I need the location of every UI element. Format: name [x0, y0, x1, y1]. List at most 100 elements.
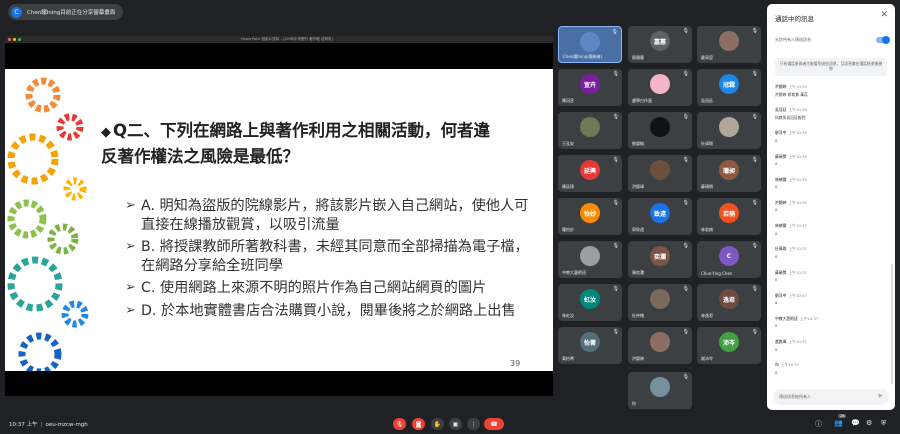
message-text: 0: [775, 207, 778, 213]
clock: 10:37 上午: [9, 422, 38, 428]
mic-muted-icon: 🎙: [612, 157, 619, 163]
sender-name: 洪錦婷: [775, 199, 787, 205]
participant-tile[interactable]: 怡菁 🎙 黃怡菁: [558, 327, 622, 364]
activities-icon[interactable]: ⚙: [866, 419, 872, 427]
participant-tile[interactable]: C 🎙 Chun-Ying Chen: [697, 241, 761, 278]
participant-avatar: 怡菁: [580, 332, 600, 352]
participant-name: 蘇碩閔: [701, 184, 713, 189]
participant-tile[interactable]: 嘉蕙 🎙 廖國曹: [628, 26, 692, 63]
allow-messages-toggle[interactable]: [876, 36, 890, 44]
message-time: 上午10:35: [788, 130, 807, 136]
arrow-bullet-icon: ➢: [125, 239, 136, 254]
slide-question: ◆ Q二、下列在網路上與著作利用之相關活動，何者違 反著作權法之風險是最低？: [101, 119, 541, 169]
allow-messages-label: 允許所有人傳送訊息: [775, 37, 811, 42]
participant-tile[interactable]: 致遠 🎙 郭致遠: [628, 198, 692, 235]
chat-sender: 蘇碩閔 上午10:35: [775, 154, 885, 160]
chat-title: 通話中的訊息: [775, 15, 814, 23]
participant-avatar: 宣卉: [580, 74, 600, 94]
message-text: 0: [775, 161, 778, 167]
message-text: 科教系吳冠廷報到: [775, 114, 806, 120]
participant-tile[interactable]: 🎙 杜仲緒: [628, 284, 692, 321]
mic-muted-icon: 🎙: [612, 114, 619, 120]
participant-avatar: [719, 31, 739, 51]
participant-tile[interactable]: 🎙 洪錦瑋: [628, 155, 692, 192]
chat-icon[interactable]: 💬: [851, 419, 860, 427]
sender-name: 吳冠廷: [775, 107, 787, 113]
participant-tile[interactable]: 🎙 劉錦綸: [628, 112, 692, 149]
chat-message: 你上午10:37 0: [775, 362, 885, 385]
participant-name: 戴寫容: [701, 55, 713, 60]
sender-name: 劉浮中: [775, 292, 787, 298]
participant-tile[interactable]: 🎙 戴寫容: [697, 26, 761, 63]
participant-avatar: 嘉蕙: [650, 31, 670, 51]
participant-tile[interactable]: 瓏昶 🎙 蘇碩閔: [697, 155, 761, 192]
close-icon[interactable]: ✕: [880, 10, 888, 20]
participant-name: 劉錦綸: [632, 141, 644, 146]
participant-tile[interactable]: 🎙 杜偉剛: [697, 112, 761, 149]
participant-tile[interactable]: 怡妙 🎙 羅怡妙: [558, 198, 622, 235]
shield-icon[interactable]: ⛨: [881, 419, 886, 428]
participant-tile[interactable]: 延興 🎙 陳廷錡: [558, 155, 622, 192]
send-icon[interactable]: ➤: [877, 392, 883, 400]
diamond-bullet-icon: ◆: [101, 125, 111, 140]
people-count-badge: 28: [838, 414, 847, 418]
shared-window-titlebar: PowerPoint 投影片放映 - [109年中央銀行 著作權 法期末]: [5, 36, 553, 43]
info-icon[interactable]: ⓘ: [815, 419, 822, 429]
mic-muted-icon: 🎙: [612, 329, 619, 335]
people-icon[interactable]: 👥: [834, 419, 843, 427]
participant-name: 郭致遠: [632, 227, 644, 232]
participant-avatar: 延興: [580, 160, 600, 180]
participant-tile[interactable]: 🎙 Chen鐵Ining(簡報者): [558, 26, 622, 63]
participant-name: 林若楠: [701, 227, 713, 232]
chat-input[interactable]: 傳送訊息給所有人 ➤: [773, 389, 889, 405]
participant-tile[interactable]: 🎙 中教大藝術班: [558, 241, 622, 278]
sender-name: 盧路瑋: [775, 339, 787, 345]
presenter-chip[interactable]: C Chen鐵Ining目前正在分享螢幕畫面: [8, 4, 124, 20]
mic-muted-icon: 🎙: [611, 29, 618, 35]
present-icon[interactable]: ▣: [449, 418, 462, 430]
mic-muted-icon: 🎙: [682, 374, 689, 380]
participant-tile[interactable]: 🎙 盧學白作蛋: [628, 69, 692, 106]
participant-avatar: 沛岑: [719, 332, 739, 352]
participant-tile[interactable]: 若楠 🎙 林若楠: [697, 198, 761, 235]
chat-message: 杜偉剛 上午10:37 0: [775, 246, 885, 269]
participant-name: 盧學白作蛋: [632, 98, 652, 103]
sender-name: 林禎爾: [775, 176, 787, 182]
message-time: 上午10:37: [788, 339, 807, 345]
message-text: d: [775, 300, 778, 306]
participant-tile[interactable]: 宣卉 🎙 陳冠丞: [558, 69, 622, 106]
chat-sender: 劉浮中 上午10:37: [775, 293, 885, 299]
participant-name: 洪錦婷: [632, 356, 644, 361]
mic-muted-icon: 🎙: [682, 329, 689, 335]
participant-name: 羅怡妙: [562, 227, 574, 232]
mic-muted-icon: 🎙: [682, 286, 689, 292]
participant-tile[interactable]: 🎙 王泓安: [558, 112, 622, 149]
question-line-1: Q二、下列在網路上與著作利用之相關活動，何者違: [113, 121, 491, 140]
raise-hand-icon[interactable]: ✋: [431, 418, 444, 430]
chat-scrollbar[interactable]: [891, 264, 893, 384]
bottom-bar: 10:37 上午 | oeu-mzcw-mgh 🎙 ◙ ✋ ▣ ⋮ ☎ ⓘ 👥 28…: [0, 414, 900, 434]
sender-name: 蘇碩閔: [775, 269, 787, 275]
more-options-icon[interactable]: ⋮: [467, 418, 480, 430]
camera-off-icon[interactable]: ◙: [412, 418, 425, 430]
chat-message: 劉浮中 上午10:35 0: [775, 130, 885, 153]
participant-name: 杜偉剛: [701, 141, 713, 146]
chat-message: 林禎爾 上午10:35 0: [775, 177, 885, 200]
meeting-code: oeu-mzcw-mgh: [45, 422, 88, 428]
end-call-icon[interactable]: ☎: [484, 418, 504, 430]
message-text: 0: [775, 137, 778, 143]
participant-tile[interactable]: 虹汝 🎙 林虹汝: [558, 284, 622, 321]
chat-sender: 吳冠廷 上午10:34: [775, 107, 885, 113]
participant-avatar: 逸君: [719, 289, 739, 309]
mic-off-icon[interactable]: 🎙: [393, 418, 406, 430]
participant-tile[interactable]: 冠霖 🎙 吳冠廷: [697, 69, 761, 106]
message-time: 上午10:33: [788, 84, 807, 89]
slide-page-number: 39: [510, 359, 521, 368]
participant-tile[interactable]: 沛岑 🎙 謝沛岑: [697, 327, 761, 364]
participant-tile[interactable]: 🎙 洪錦婷: [628, 327, 692, 364]
mic-muted-icon: 🎙: [612, 200, 619, 206]
participant-tile[interactable]: 🎙 你: [628, 372, 692, 409]
participant-tile[interactable]: 逸君 🎙 林逸君: [697, 284, 761, 321]
participant-tile[interactable]: 奕瀾 🎙 陳奕瀾: [628, 241, 692, 278]
chat-message: 洪錦婷 上午10:33 洪錦婷 郭育紫 萬苡: [775, 84, 885, 107]
